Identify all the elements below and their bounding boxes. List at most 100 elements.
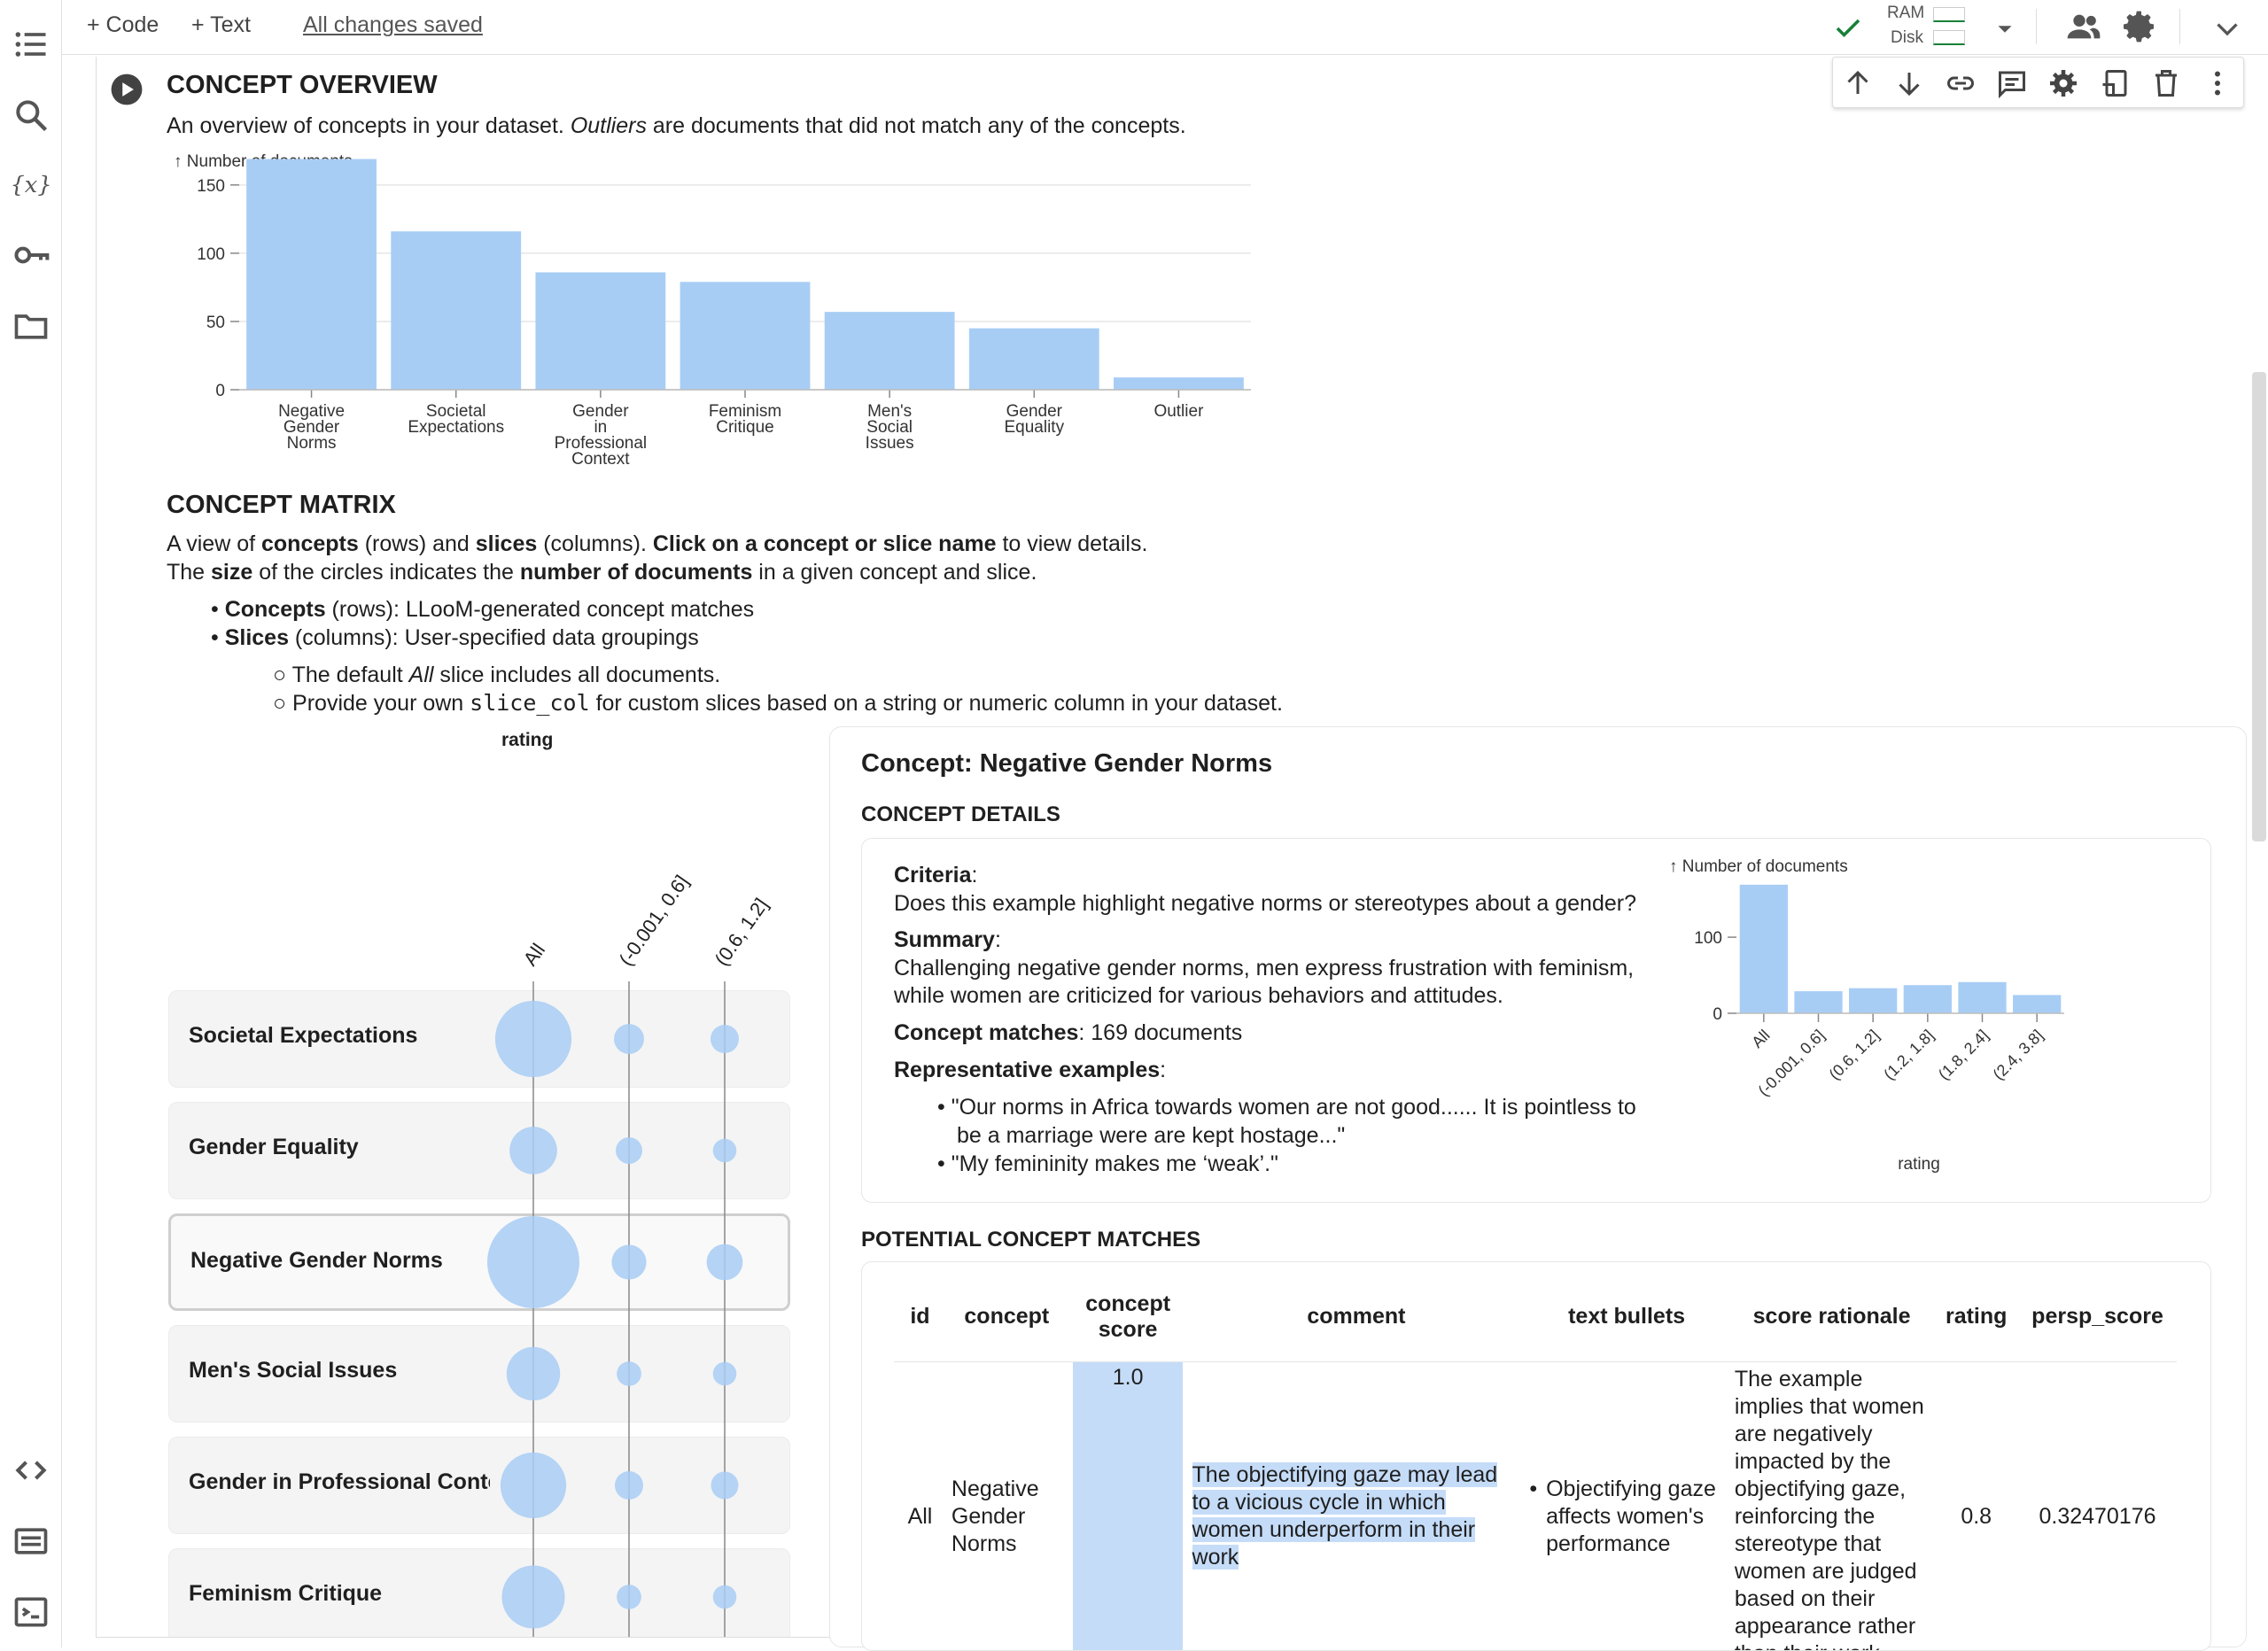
matrix-slice-header: rating [501, 730, 553, 751]
cell-comment: The objectifying gaze may lead to a vici… [1189, 1361, 1525, 1651]
x-tick-label: (0.6, 1.2] [1826, 1027, 1883, 1083]
matrix-row-gender-in-professional-context[interactable]: Gender in Professional Context [168, 1437, 790, 1534]
bar-3 [680, 282, 811, 390]
bullet-concepts: • Concepts (rows): LLooM-generated conce… [211, 595, 754, 624]
terminal-icon[interactable] [12, 1593, 50, 1632]
x-tick-label: Critique [716, 418, 773, 437]
ram-meter[interactable] [1933, 7, 1965, 22]
matrix-row-label[interactable]: Gender in Professional Context [189, 1469, 490, 1495]
disk-label: Disk [1891, 28, 1923, 48]
runtime-dropdown-icon[interactable] [1992, 16, 2018, 43]
example-1-line-1: • "Our norms in Africa towards women are… [937, 1093, 1636, 1121]
page-scrollbar[interactable] [2252, 372, 2266, 841]
x-tick-label: (2.4, 3.8] [1990, 1027, 2047, 1083]
comment-icon[interactable] [1996, 67, 2028, 99]
comment-highlight: The objectifying gaze may lead to a vici… [1192, 1462, 1498, 1570]
x-tick-label: (1.8, 2.4] [1935, 1027, 1992, 1083]
cell-toolbar [1832, 57, 2244, 108]
matrix-row-label[interactable]: Gender Equality [189, 1135, 490, 1160]
histogram-bar-2 [1849, 988, 1897, 1013]
matrix-row-label[interactable]: Negative Gender Norms [190, 1248, 492, 1274]
criteria-text: Does this example highlight negative nor… [894, 889, 1636, 918]
bullet-slices: • Slices (columns): User-specified data … [211, 624, 699, 652]
examples-label: Representative examples: [894, 1056, 1166, 1084]
cell-text-bullets: •Objectifying gaze affects women's perfo… [1524, 1361, 1729, 1651]
matrix-row-label[interactable]: Feminism Critique [189, 1581, 490, 1607]
matches-table: id concept concept score comment text bu… [894, 1273, 2177, 1651]
cell-score-rationale: The example implies that women are negat… [1729, 1361, 1935, 1651]
x-tick-label: (1.2, 1.8] [1880, 1027, 1937, 1083]
matrix-row-label[interactable]: Societal Expectations [189, 1023, 490, 1049]
col-id[interactable]: id [894, 1273, 946, 1361]
col-concept-score[interactable]: concept score [1068, 1273, 1189, 1361]
move-up-icon[interactable] [1842, 67, 1874, 99]
x-tick-label: Norms [287, 434, 337, 453]
more-options-icon[interactable] [2202, 67, 2233, 99]
sub-bullet-all-slice: ○ The default All slice includes all doc… [273, 661, 720, 689]
divider [2036, 9, 2037, 44]
settings-gear-icon[interactable] [2123, 9, 2158, 44]
matrix-row-feminism-critique[interactable]: Feminism Critique [168, 1548, 790, 1637]
concept-score-bar: 1.0 [1073, 1362, 1183, 1651]
x-tick-label: Issues [866, 434, 914, 453]
collapse-chevron-icon[interactable] [2211, 12, 2243, 44]
y-tick-label: 50 [206, 314, 225, 332]
histogram-bar-1 [1794, 991, 1842, 1013]
move-down-icon[interactable] [1893, 67, 1925, 99]
col-concept[interactable]: concept [946, 1273, 1068, 1361]
cell-id: All [894, 1361, 946, 1651]
matrix-line-1: A view of concepts (rows) and slices (co… [167, 530, 1147, 558]
potential-matches-heading: POTENTIAL CONCEPT MATCHES [861, 1228, 1200, 1252]
divider [2179, 9, 2180, 44]
matrix-row-societal-expectations[interactable]: Societal Expectations [168, 990, 790, 1088]
delete-icon[interactable] [2150, 67, 2182, 99]
x-tick-label: Outlier [1153, 402, 1204, 421]
bar-6 [1114, 377, 1244, 390]
x-tick-label: Context [571, 450, 630, 469]
cell-rating: 0.8 [1934, 1361, 2018, 1651]
histogram-bar-4 [1958, 982, 2006, 1013]
matrix-row-negative-gender-norms[interactable]: Negative Gender Norms [168, 1213, 790, 1311]
code-snippets-icon[interactable] [12, 1451, 50, 1490]
col-score-rationale[interactable]: score rationale [1729, 1273, 1935, 1361]
col-comment[interactable]: comment [1189, 1273, 1525, 1361]
criteria-label: Criteria: [894, 861, 978, 889]
histogram-bar-5 [2013, 995, 2061, 1013]
histogram-bar-3 [1904, 985, 1952, 1013]
concept-detail-title: Concept: Negative Gender Norms [861, 749, 1272, 779]
matrix-row-men-s-social-issues[interactable]: Men's Social Issues [168, 1325, 790, 1422]
col-persp-score[interactable]: persp_score [2018, 1273, 2177, 1361]
col-text-bullets[interactable]: text bullets [1524, 1273, 1729, 1361]
example-1-line-2: be a marriage were are kept hostage..." [957, 1121, 1345, 1150]
link-icon[interactable] [1945, 67, 1977, 99]
summary-text-1: Challenging negative gender norms, men e… [894, 954, 1634, 982]
x-tick-label: Equality [1004, 418, 1064, 437]
text-bullet: Objectifying gaze affects women's perfor… [1546, 1476, 1724, 1558]
matrix-title: CONCEPT MATRIX [167, 491, 396, 520]
cell-concept-score: 1.0 [1068, 1361, 1189, 1651]
matrix-row-label[interactable]: Men's Social Issues [189, 1358, 490, 1384]
bar-5 [969, 329, 1099, 390]
command-palette-icon[interactable] [12, 1522, 50, 1561]
sub-bullet-slice-col: ○ Provide your own slice_col for custom … [273, 689, 1283, 717]
mirror-cell-icon[interactable] [2099, 67, 2131, 99]
share-people-icon[interactable] [2064, 9, 2103, 44]
y-tick-label: 0 [1713, 1005, 1722, 1024]
bar-1 [391, 231, 521, 390]
matrix-row-gender-equality[interactable]: Gender Equality [168, 1102, 790, 1199]
disk-meter[interactable] [1933, 30, 1965, 45]
x-tick-label: Expectations [408, 418, 504, 437]
bar-4 [825, 312, 955, 390]
y-tick-label: 0 [215, 382, 225, 400]
cell-settings-icon[interactable] [2047, 67, 2079, 99]
summary-text-2: while women are criticized for various b… [894, 981, 1503, 1010]
concept-matches-count: Concept matches: 169 documents [894, 1019, 1242, 1047]
concept-score-value: 1.0 [1113, 1365, 1144, 1390]
bar-0 [246, 159, 377, 390]
connected-check-icon [1832, 12, 1864, 44]
x-tick-label: All [1748, 1027, 1773, 1051]
overview-bar-chart: ↑ Number of documents050100150NegativeGe… [0, 0, 1276, 478]
cell-concept: Negative Gender Norms [946, 1361, 1068, 1651]
col-rating[interactable]: rating [1934, 1273, 2018, 1361]
y-tick-label: 100 [197, 245, 225, 264]
